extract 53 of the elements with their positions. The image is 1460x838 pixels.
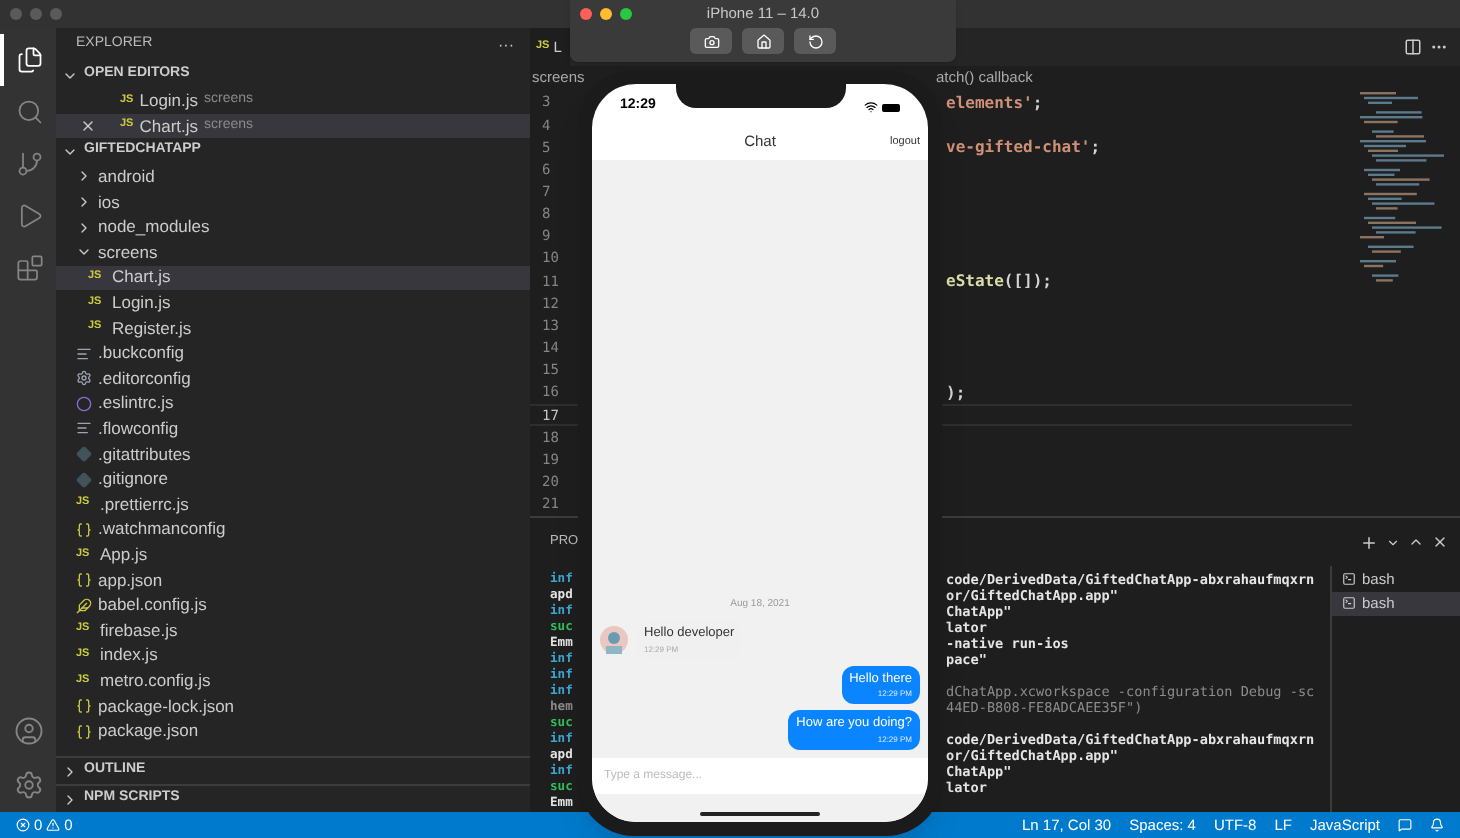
- folder-item[interactable]: screens: [56, 239, 530, 266]
- circle-icon: [76, 395, 92, 412]
- file-item[interactable]: .gitignore: [56, 466, 530, 492]
- close-icon[interactable]: [80, 117, 96, 134]
- feather-icon: [76, 597, 92, 614]
- terminal-icon: [1342, 596, 1356, 611]
- code-line: ve-gifted-chat';: [946, 135, 1101, 160]
- account-icon[interactable]: [13, 716, 43, 746]
- code-line: );: [946, 381, 966, 406]
- braces-icon: [76, 723, 92, 740]
- lines-icon: [76, 420, 92, 437]
- braces-icon: [76, 697, 92, 714]
- folder-item[interactable]: android: [56, 164, 530, 190]
- braces-icon: [76, 521, 92, 538]
- code-line: eState([]);: [946, 269, 1052, 294]
- terminal-icon: [1342, 571, 1356, 586]
- file-item[interactable]: babel.config.js: [56, 592, 530, 618]
- file-item[interactable]: .gitattributes: [56, 441, 530, 467]
- home-icon: [755, 33, 771, 49]
- file-item[interactable]: .editorconfig: [56, 365, 530, 392]
- file-item[interactable]: package.json: [56, 718, 530, 744]
- folder-item[interactable]: node_modules: [56, 214, 530, 240]
- file-name: Login.js: [139, 87, 199, 114]
- more-button[interactable]: ···: [498, 33, 514, 57]
- file-item[interactable]: .flowconfig: [56, 416, 530, 442]
- folder-item[interactable]: ios: [56, 189, 530, 215]
- warning-icon[interactable]: [46, 818, 61, 832]
- close-icon[interactable]: [1432, 534, 1448, 550]
- error-icon[interactable]: [16, 818, 30, 832]
- feedback-icon[interactable]: [1398, 818, 1412, 832]
- file-name: Chart.js: [139, 113, 199, 139]
- file-item[interactable]: package-lock.json: [56, 693, 530, 719]
- avatar: [600, 625, 628, 654]
- lines-icon: [76, 345, 92, 362]
- file-item[interactable]: .buckconfig: [56, 340, 530, 366]
- settings-icon[interactable]: [13, 770, 43, 800]
- file-item[interactable]: .watchmanconfig: [56, 517, 530, 543]
- wifi-icon: [864, 100, 878, 114]
- file-item[interactable]: .eslintrc.js: [56, 391, 530, 417]
- home-button[interactable]: [742, 28, 784, 54]
- gear-icon: [76, 370, 92, 387]
- home-indicator: [700, 812, 820, 816]
- file-item[interactable]: app.json: [56, 567, 530, 593]
- split-editor-icon[interactable]: [1404, 38, 1422, 56]
- braces-icon: [76, 571, 92, 588]
- camera-icon: [703, 33, 719, 49]
- bell-icon[interactable]: [1430, 818, 1444, 832]
- rotate-button[interactable]: [794, 28, 836, 54]
- code-line: elements';: [946, 91, 1043, 116]
- rotate-icon: [807, 33, 823, 49]
- screenshot-button[interactable]: [690, 28, 732, 54]
- battery-icon: [882, 103, 900, 111]
- plus-icon[interactable]: [1360, 533, 1378, 551]
